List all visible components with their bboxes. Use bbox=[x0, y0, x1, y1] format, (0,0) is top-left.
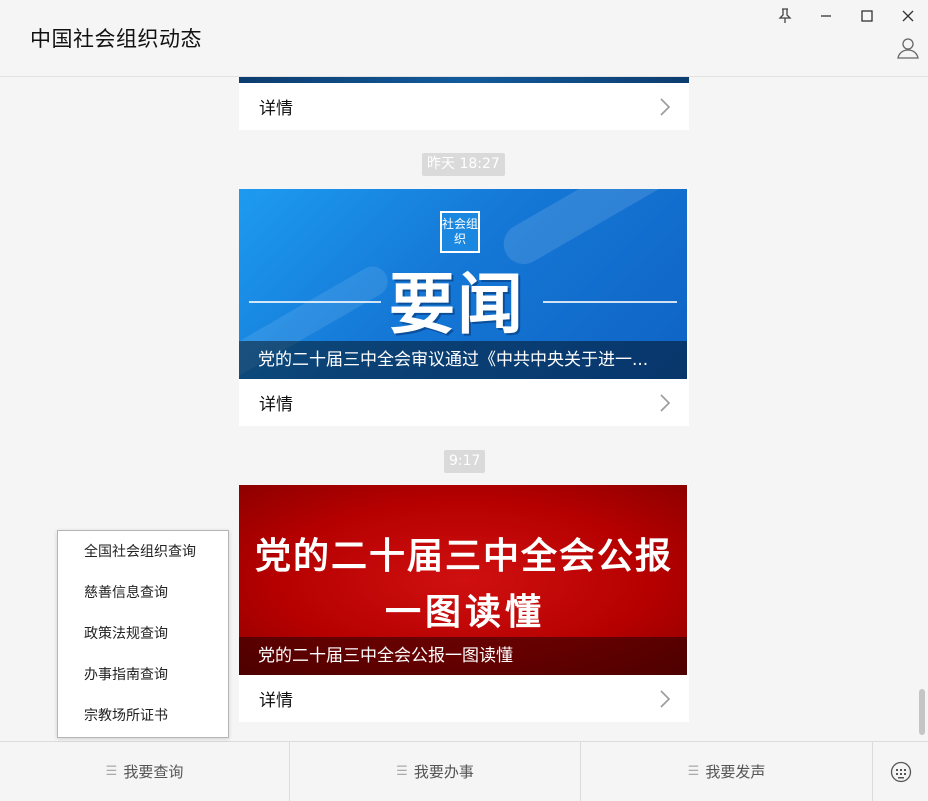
detail-link[interactable]: 详情 bbox=[239, 83, 689, 130]
popup-item-charity-query[interactable]: 慈善信息查询 bbox=[58, 573, 228, 614]
title-bar: 中国社会组织动态 bbox=[0, 0, 928, 77]
cover-decoration bbox=[496, 189, 687, 272]
cover-headline: 党的二十届三中全会公报 bbox=[255, 535, 674, 577]
popup-item-org-query[interactable]: 全国社会组织查询 bbox=[58, 532, 228, 573]
detail-label: 详情 bbox=[259, 99, 293, 119]
menu-lines-icon: ☰ bbox=[396, 764, 408, 779]
popup-item-religious-certificate[interactable]: 宗教场所证书 bbox=[58, 696, 228, 737]
pin-icon[interactable] bbox=[773, 4, 797, 28]
bottom-menu-bar: ☰ 我要查询 ☰ 我要办事 ☰ 我要发声 bbox=[0, 741, 928, 801]
detail-link[interactable]: 详情 bbox=[239, 379, 689, 426]
popup-item-policy-query[interactable]: 政策法规查询 bbox=[58, 614, 228, 655]
menu-query-label: 我要查询 bbox=[123, 763, 184, 781]
timestamp-badge: 9:17 bbox=[444, 450, 486, 473]
article-title: 党的二十届三中全会审议通过《中共中央关于进一... bbox=[239, 341, 687, 379]
user-icon[interactable] bbox=[896, 36, 920, 60]
cover-title: 要闻 bbox=[389, 265, 525, 343]
menu-voice-label: 我要发声 bbox=[705, 763, 766, 781]
keyboard-icon[interactable] bbox=[873, 742, 928, 801]
query-popup-menu: 全国社会组织查询 慈善信息查询 政策法规查询 办事指南查询 宗教场所证书 bbox=[57, 530, 229, 738]
timestamp-badge: 昨天 18:27 bbox=[422, 153, 505, 176]
detail-label: 详情 bbox=[259, 691, 293, 711]
cover-subheadline: 一图读懂 bbox=[385, 591, 546, 633]
article-card[interactable]: 社会组织 要闻 党的二十届三中全会审议通过《中共中央关于进一... 详情 bbox=[239, 189, 689, 426]
detail-link[interactable]: 详情 bbox=[239, 675, 689, 722]
menu-lines-icon: ☰ bbox=[105, 764, 118, 779]
chevron-right-icon bbox=[660, 393, 671, 412]
cover-logo: 社会组织 bbox=[440, 211, 480, 253]
menu-query-button[interactable]: ☰ 我要查询 bbox=[0, 742, 290, 801]
popup-item-guide-query[interactable]: 办事指南查询 bbox=[58, 655, 228, 696]
menu-voice-button[interactable]: ☰ 我要发声 bbox=[581, 742, 873, 801]
article-title: 党的二十届三中全会公报一图读懂 bbox=[239, 637, 687, 675]
menu-service-label: 我要办事 bbox=[413, 763, 474, 781]
article-card[interactable]: 详情 bbox=[239, 77, 689, 130]
article-cover-image[interactable]: 社会组织 要闻 党的二十届三中全会审议通过《中共中央关于进一... bbox=[239, 189, 687, 379]
cover-rule bbox=[543, 301, 677, 303]
detail-label: 详情 bbox=[259, 395, 293, 415]
chevron-right-icon bbox=[660, 97, 671, 116]
menu-lines-icon: ☰ bbox=[687, 764, 700, 779]
cover-rule bbox=[249, 301, 381, 303]
scrollbar-thumb[interactable] bbox=[919, 689, 925, 735]
app-title: 中国社会组织动态 bbox=[30, 27, 202, 51]
article-cover-image[interactable]: 党的二十届三中全会公报 一图读懂 党的二十届三中全会公报一图读懂 bbox=[239, 485, 687, 675]
menu-service-button[interactable]: ☰ 我要办事 bbox=[290, 742, 581, 801]
chevron-right-icon bbox=[660, 689, 671, 708]
minimize-icon[interactable] bbox=[814, 4, 838, 28]
article-card[interactable]: 党的二十届三中全会公报 一图读懂 党的二十届三中全会公报一图读懂 详情 bbox=[239, 485, 689, 722]
maximize-icon[interactable] bbox=[855, 4, 879, 28]
close-icon[interactable] bbox=[896, 4, 920, 28]
